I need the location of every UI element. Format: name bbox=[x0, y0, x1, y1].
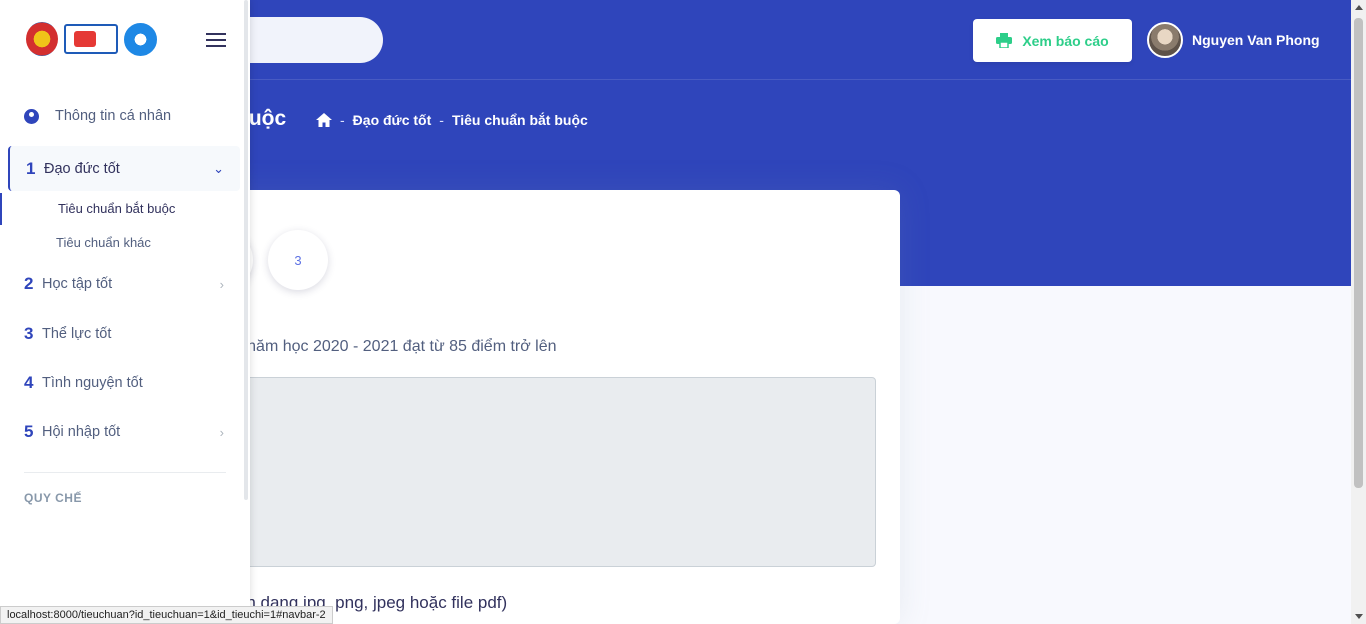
sidebar-divider bbox=[24, 472, 226, 473]
home-icon[interactable] bbox=[316, 113, 332, 127]
chevron-right-icon: › bbox=[219, 424, 224, 440]
user-name: Nguyen Van Phong bbox=[1192, 32, 1320, 48]
sidebar-item-fitness[interactable]: 3 Thể lực tốt bbox=[24, 324, 264, 344]
view-report-label: Xem báo cáo bbox=[1022, 32, 1109, 49]
user-menu[interactable]: Nguyen Van Phong bbox=[1147, 22, 1320, 58]
logo-group[interactable] bbox=[26, 22, 157, 56]
page-scrollbar[interactable] bbox=[1351, 0, 1366, 624]
breadcrumb-separator: - bbox=[439, 112, 444, 128]
chevron-right-icon: › bbox=[219, 276, 224, 292]
sidebar-item-number: 4 bbox=[24, 373, 34, 392]
sidebar-item-label: Học tập tốt bbox=[42, 276, 113, 292]
sidebar-item-number: 5 bbox=[24, 422, 34, 441]
browser-status-bar: localhost:8000/tieuchuan?id_tieuchuan=1&… bbox=[0, 606, 333, 624]
sidebar-item-label: Thông tin cá nhân bbox=[55, 108, 172, 124]
scroll-down-icon[interactable] bbox=[1355, 614, 1363, 619]
sidebar-item-ethics[interactable]: 1 Đạo đức tốt ⌄ bbox=[8, 146, 240, 191]
printer-icon bbox=[996, 33, 1013, 48]
breadcrumb: - Đạo đức tốt - Tiêu chuẩn bắt buộc bbox=[316, 112, 588, 128]
sidebar-subitem-required[interactable]: Tiêu chuẩn bắt buộc bbox=[58, 201, 175, 216]
student-association-logo bbox=[124, 22, 157, 56]
sidebar-heading-regulations[interactable]: QUY CHẾ bbox=[24, 491, 82, 505]
user-circle-icon bbox=[24, 108, 39, 124]
sidebar-item-label: Đạo đức tốt bbox=[44, 160, 120, 177]
sidebar: Thông tin cá nhân 1 Đạo đức tốt ⌄ Tiêu c… bbox=[0, 0, 250, 624]
breadcrumb-item-1[interactable]: Đạo đức tốt bbox=[353, 112, 432, 128]
sidebar-item-study[interactable]: 2 Học tập tốt › bbox=[24, 274, 264, 294]
sidebar-item-label: Hội nhập tốt bbox=[42, 424, 121, 440]
evidence-textarea[interactable] bbox=[200, 377, 876, 567]
view-report-button[interactable]: Xem báo cáo bbox=[973, 19, 1132, 62]
sidebar-item-personal-info[interactable]: Thông tin cá nhân bbox=[24, 108, 264, 124]
sidebar-item-volunteer[interactable]: 4 Tình nguyện tốt bbox=[24, 373, 264, 393]
chevron-down-icon: ⌄ bbox=[213, 160, 224, 176]
active-indicator bbox=[0, 193, 2, 225]
sidebar-item-number: 2 bbox=[24, 274, 34, 293]
menu-toggle-icon[interactable] bbox=[206, 33, 226, 47]
scroll-up-icon[interactable] bbox=[1355, 5, 1363, 10]
sidebar-scrollbar[interactable] bbox=[244, 0, 248, 500]
breadcrumb-item-2: Tiêu chuẩn bắt buộc bbox=[451, 112, 588, 128]
sidebar-item-label: Thể lực tốt bbox=[42, 326, 112, 342]
breadcrumb-separator: - bbox=[340, 112, 345, 128]
sidebar-item-number: 3 bbox=[24, 324, 34, 343]
step-circle-3[interactable]: 3 bbox=[268, 230, 328, 290]
sidebar-item-number: 1 bbox=[26, 158, 36, 178]
sidebar-item-integration[interactable]: 5 Hội nhập tốt › bbox=[24, 422, 264, 442]
sidebar-item-label: Tình nguyện tốt bbox=[42, 375, 143, 391]
sidebar-subitem-other[interactable]: Tiêu chuẩn khác bbox=[56, 235, 151, 250]
school-logo bbox=[64, 24, 118, 54]
topnav-divider bbox=[250, 79, 1351, 80]
scrollbar-thumb[interactable] bbox=[1354, 18, 1363, 488]
youth-union-logo bbox=[26, 22, 58, 56]
avatar bbox=[1147, 22, 1183, 58]
